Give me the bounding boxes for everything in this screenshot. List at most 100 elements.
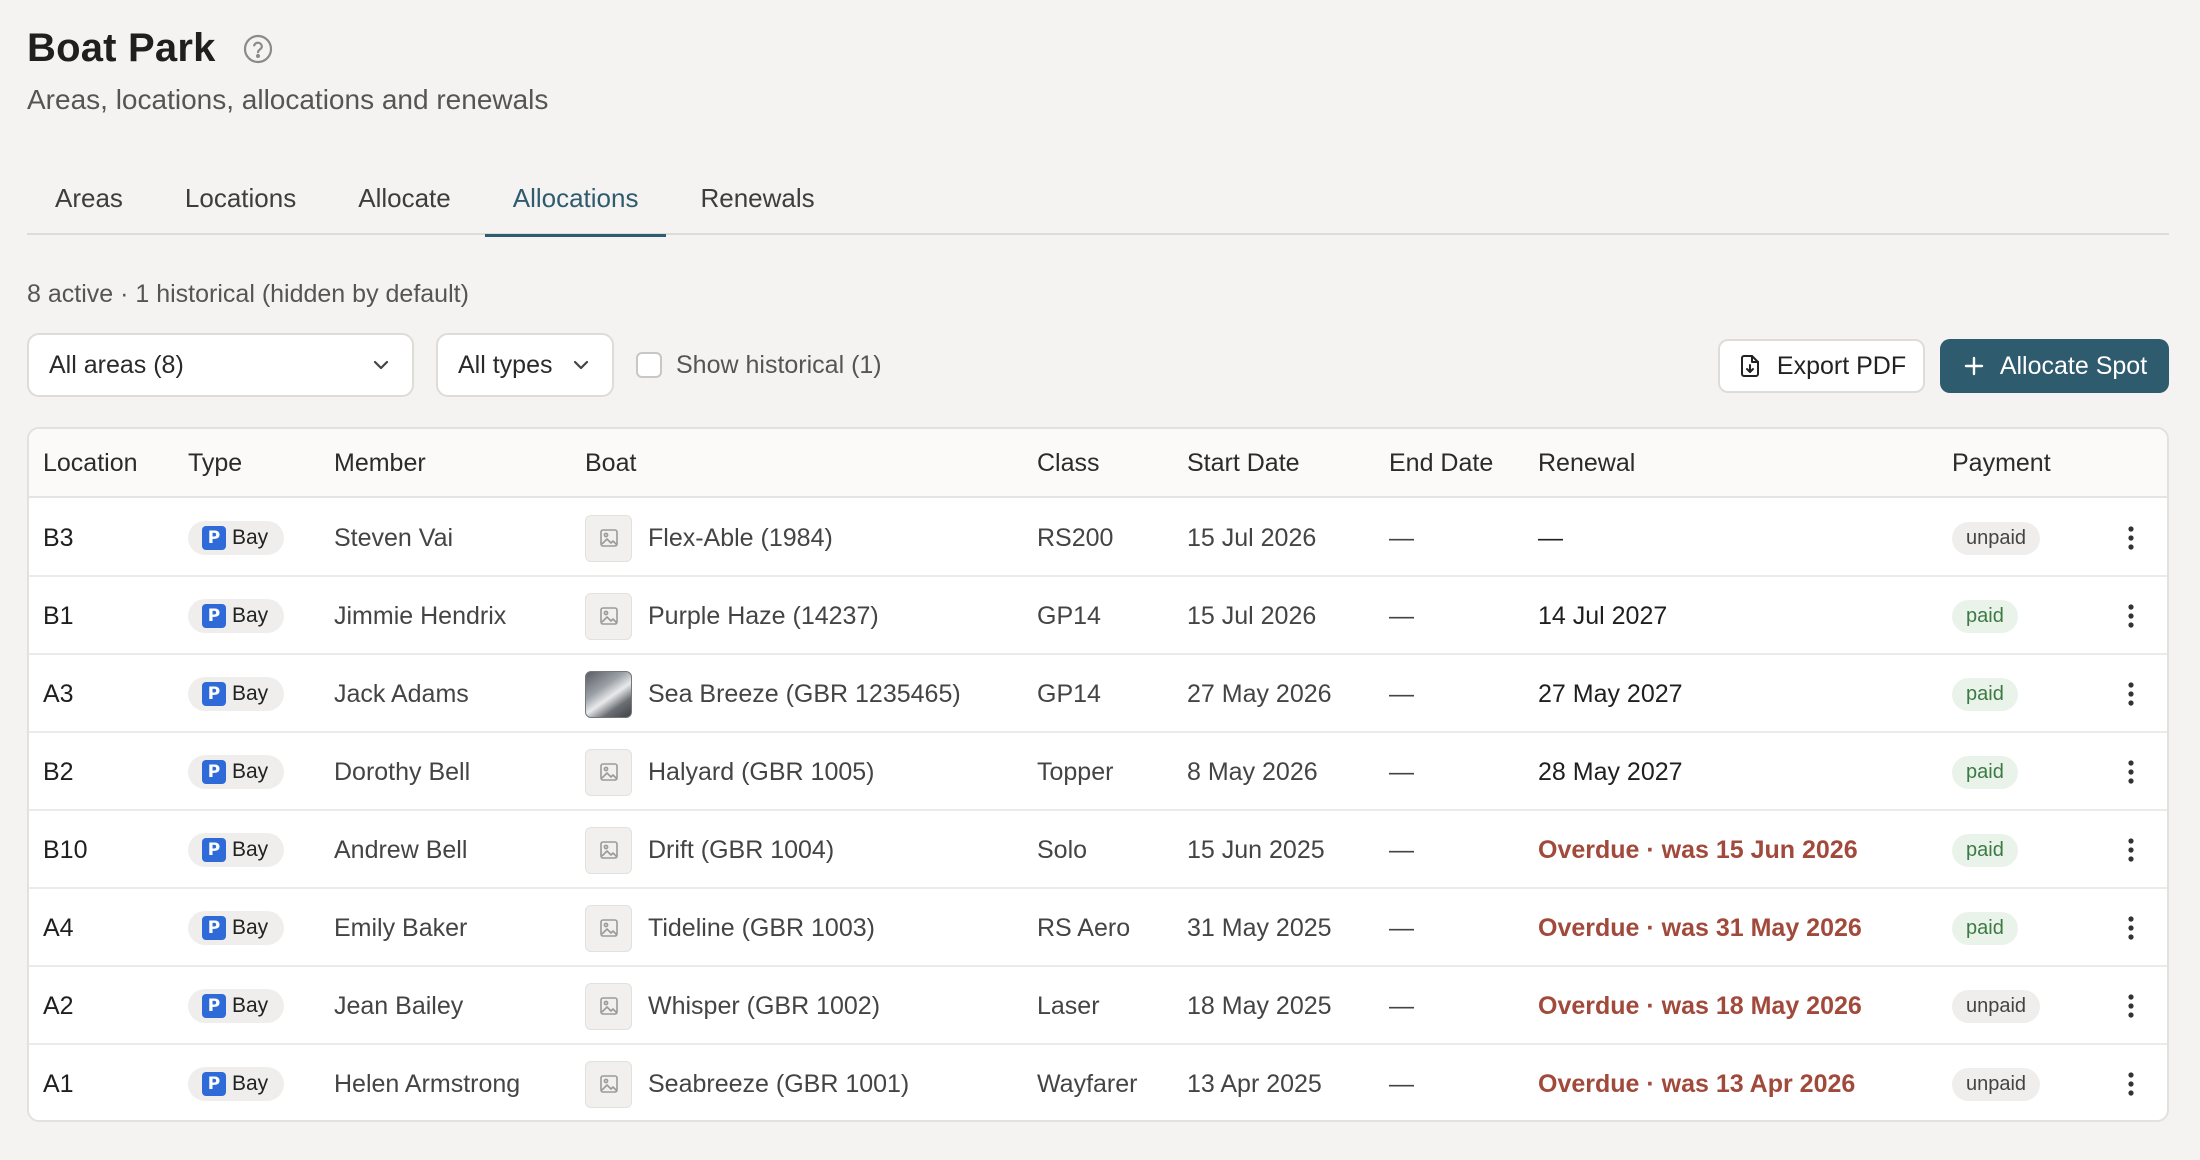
type-label: Bay — [232, 760, 269, 783]
areas-select[interactable]: All areas (8) — [27, 333, 414, 397]
allocations-table: Location Type Member Boat Class Start Da… — [27, 427, 2169, 1122]
row-actions-cell — [2113, 499, 2149, 577]
start-date-cell: 15 Jul 2026 — [1187, 523, 1317, 552]
type-label: Bay — [232, 682, 269, 705]
payment-status-badge: paid — [1952, 677, 2018, 711]
show-historical-checkbox[interactable] — [636, 352, 662, 378]
type-cell: P Bay — [188, 733, 285, 811]
payment-cell: paid — [1952, 733, 2018, 811]
type-cell: P Bay — [188, 811, 285, 889]
member-cell: Steven Vai — [334, 523, 454, 552]
column-header-renewal[interactable]: Renewal — [1538, 429, 1635, 498]
member-cell: Helen Armstrong — [334, 1069, 521, 1098]
types-select[interactable]: All types — [436, 333, 614, 397]
boat-name: Drift (GBR 1004) — [648, 835, 835, 864]
location-cell: A4 — [43, 913, 74, 942]
more-vertical-icon[interactable] — [2113, 520, 2149, 556]
member-cell: Jack Adams — [334, 679, 469, 708]
more-vertical-icon[interactable] — [2113, 676, 2149, 712]
column-header-member[interactable]: Member — [334, 429, 426, 498]
file-download-icon — [1737, 353, 1763, 379]
parking-icon: P — [202, 682, 226, 706]
type-badge: P Bay — [188, 677, 285, 711]
end-date-cell: — — [1389, 523, 1414, 552]
table-row[interactable]: B1 P Bay Jimmie Hendrix Purple Haze (14237) G… — [29, 577, 2167, 655]
image-placeholder-icon — [585, 514, 632, 562]
location-cell: B10 — [43, 835, 88, 864]
payment-status-badge: paid — [1952, 755, 2018, 789]
tab-locations[interactable]: Locations — [157, 168, 324, 235]
column-header-start-date[interactable]: Start Date — [1187, 429, 1300, 498]
type-cell: P Bay — [188, 889, 285, 967]
row-actions-cell — [2113, 655, 2149, 733]
column-header-class[interactable]: Class — [1037, 429, 1100, 498]
member-cell: Jimmie Hendrix — [334, 601, 507, 630]
more-vertical-icon[interactable] — [2113, 832, 2149, 868]
boat-photo-thumbnail[interactable] — [585, 670, 632, 718]
tab-areas[interactable]: Areas — [27, 168, 151, 235]
more-vertical-icon[interactable] — [2113, 988, 2149, 1024]
type-badge: P Bay — [188, 521, 285, 555]
end-date-cell: — — [1389, 913, 1414, 942]
end-date-cell: — — [1389, 679, 1414, 708]
boat-cell: Whisper (GBR 1002) — [585, 967, 880, 1045]
start-date-cell: 15 Jun 2025 — [1187, 835, 1325, 864]
payment-cell: unpaid — [1952, 499, 2041, 577]
tab-allocate[interactable]: Allocate — [330, 168, 479, 235]
show-historical-label: Show historical (1) — [676, 350, 882, 379]
allocation-summary: 8 active · 1 historical (hidden by defau… — [27, 280, 469, 308]
page-title: Boat Park — [27, 26, 216, 70]
parking-icon: P — [202, 526, 226, 550]
type-badge: P Bay — [188, 1067, 285, 1101]
boat-cell: Drift (GBR 1004) — [585, 811, 834, 889]
type-badge: P Bay — [188, 833, 285, 867]
class-cell: RS200 — [1037, 523, 1114, 552]
table-row[interactable]: A4 P Bay Emily Baker Tideline (GBR 1003) RS A… — [29, 889, 2167, 967]
table-row[interactable]: A2 P Bay Jean Bailey Whisper (GBR 1002) Laser… — [29, 967, 2167, 1045]
class-cell: GP14 — [1037, 601, 1101, 630]
boat-name: Flex-Able (1984) — [648, 523, 833, 552]
more-vertical-icon[interactable] — [2113, 910, 2149, 946]
parking-icon: P — [202, 838, 226, 862]
table-row[interactable]: A3 P Bay Jack Adams Sea Breeze (GBR 1235465)… — [29, 655, 2167, 733]
column-header-location[interactable]: Location — [43, 429, 138, 498]
image-placeholder-icon — [585, 826, 632, 874]
table-row[interactable]: B2 P Bay Dorothy Bell Halyard (GBR 1005) Topp… — [29, 733, 2167, 811]
column-header-type[interactable]: Type — [188, 429, 242, 498]
table-row[interactable]: B3 P Bay Steven Vai Flex-Able (1984) RS200 15 … — [29, 499, 2167, 577]
start-date-cell: 15 Jul 2026 — [1187, 601, 1317, 630]
type-label: Bay — [232, 1072, 269, 1095]
parking-icon: P — [202, 760, 226, 784]
end-date-cell: — — [1389, 757, 1414, 786]
help-circle-icon[interactable] — [242, 33, 274, 65]
more-vertical-icon[interactable] — [2113, 598, 2149, 634]
parking-icon: P — [202, 994, 226, 1018]
class-cell: Laser — [1037, 991, 1100, 1020]
type-badge: P Bay — [188, 599, 285, 633]
table-row[interactable]: A1 P Bay Helen Armstrong Seabreeze (GBR 1001… — [29, 1045, 2167, 1120]
type-label: Bay — [232, 916, 269, 939]
renewal-cell: 14 Jul 2027 — [1538, 601, 1668, 630]
payment-status-badge: unpaid — [1952, 521, 2041, 555]
export-pdf-button[interactable]: Export PDF — [1718, 339, 1925, 393]
table-row[interactable]: B10 P Bay Andrew Bell Drift (GBR 1004) Solo 15… — [29, 811, 2167, 889]
allocate-spot-button[interactable]: Allocate Spot — [1940, 339, 2169, 393]
tab-renewals[interactable]: Renewals — [672, 168, 842, 235]
more-vertical-icon[interactable] — [2113, 1066, 2149, 1102]
class-cell: RS Aero — [1037, 913, 1131, 942]
more-vertical-icon[interactable] — [2113, 754, 2149, 790]
location-cell: A1 — [43, 1069, 74, 1098]
column-header-boat[interactable]: Boat — [585, 429, 636, 498]
column-header-payment[interactable]: Payment — [1952, 429, 2051, 498]
renewal-cell: 28 May 2027 — [1538, 757, 1683, 786]
payment-cell: paid — [1952, 655, 2018, 733]
tab-allocations[interactable]: Allocations — [484, 168, 667, 237]
payment-cell: paid — [1952, 811, 2018, 889]
row-actions-cell — [2113, 889, 2149, 967]
column-header-end-date[interactable]: End Date — [1389, 429, 1493, 498]
member-cell: Emily Baker — [334, 913, 468, 942]
payment-status-badge: paid — [1952, 833, 2018, 867]
type-cell: P Bay — [188, 577, 285, 655]
location-cell: B3 — [43, 523, 74, 552]
boat-cell: Flex-Able (1984) — [585, 499, 833, 577]
